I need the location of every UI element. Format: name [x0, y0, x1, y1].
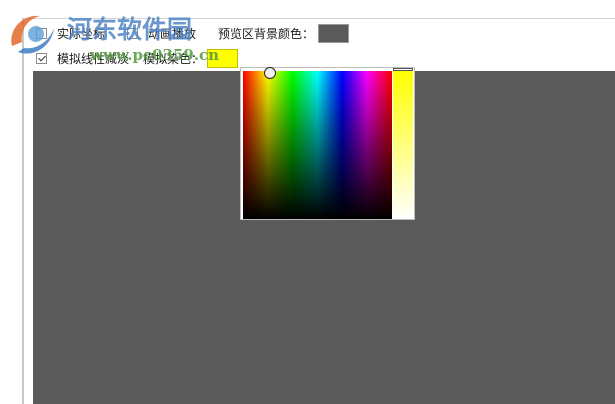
options-row-2: 模拟线性减淡 模拟染色： — [36, 48, 239, 68]
anim-play-label: 动画播放 — [148, 26, 197, 41]
anim-play-checkbox[interactable] — [127, 27, 139, 39]
color-picker-cursor[interactable] — [264, 67, 276, 79]
actual-coords-checkbox[interactable] — [36, 27, 47, 39]
color-picker-popup — [240, 67, 415, 220]
hue-saturation-field[interactable] — [243, 67, 392, 219]
tint-color-swatch[interactable] — [207, 48, 239, 68]
preview-bg-label: 预览区背景颜色： — [218, 26, 315, 41]
simulate-fade-checkbox[interactable] — [36, 52, 47, 64]
options-row-1: 实际坐标 动画播放 预览区背景颜色： — [36, 23, 350, 43]
panel-left-border — [22, 18, 24, 404]
simulate-tint-label: 模拟染色： — [143, 51, 204, 66]
value-strip[interactable] — [393, 71, 413, 219]
preview-bg-color-swatch[interactable] — [318, 23, 350, 43]
actual-coords-label: 实际坐标 — [57, 26, 106, 41]
value-strip-handle[interactable] — [393, 68, 413, 71]
toolbar-divider — [22, 18, 615, 19]
simulate-fade-label: 模拟线性减淡 — [57, 51, 130, 66]
